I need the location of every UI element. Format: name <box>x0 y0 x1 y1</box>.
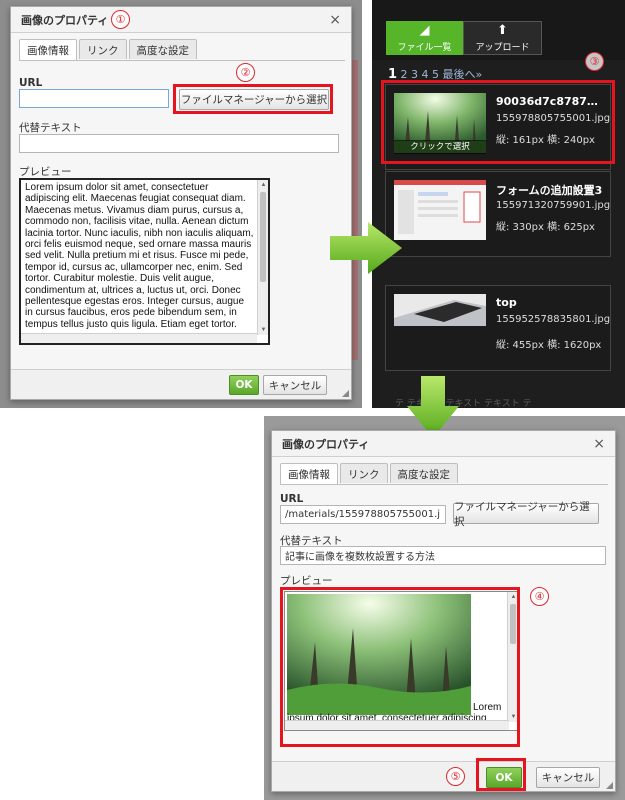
arrow-right-icon <box>330 222 402 274</box>
preview-label: プレビュー <box>280 575 333 587</box>
thumbnail-laptop-image[interactable] <box>394 294 486 326</box>
file-manager-select-button[interactable]: ファイルマネージャーから選択 <box>453 501 599 528</box>
resize-grip-icon[interactable] <box>342 390 349 397</box>
arrow-down-icon <box>407 376 459 438</box>
file-size: 縦: 455px 横: 1620px <box>496 340 602 351</box>
tab-file-list[interactable]: ◢ ファイル一覧 <box>386 21 463 55</box>
step-marker-1: ① <box>111 10 130 29</box>
step-marker-3: ③ <box>585 52 604 71</box>
preview-text: Lorem ipsum dolor sit amet, consectetuer… <box>25 182 254 330</box>
preview-label: プレビュー <box>19 166 72 178</box>
url-input[interactable] <box>280 505 446 524</box>
highlight-ok-button <box>476 758 526 791</box>
tab-image-info[interactable]: 画像情報 <box>19 39 77 60</box>
image-properties-dialog-before: 画像のプロパティ × 画像情報 リンク 高度な設定 URL ファイルマネージャー… <box>10 6 352 400</box>
close-icon[interactable]: × <box>593 437 605 451</box>
dialog-titlebar: 画像のプロパティ × <box>272 431 615 457</box>
dialog-title: 画像のプロパティ <box>21 13 109 27</box>
dialog-title: 画像のプロパティ <box>282 437 370 451</box>
folder-icon: ◢ <box>419 22 430 38</box>
thumbnail-form-screenshot[interactable] <box>394 180 486 240</box>
alt-text-label: 代替テキスト <box>19 122 82 134</box>
url-label: URL <box>19 77 43 89</box>
dialog-tabs: 画像情報 リンク 高度な設定 <box>280 463 458 484</box>
file-item[interactable]: フォームの追加設置3 155971320759901.jpg 縦: 330px … <box>385 171 611 257</box>
ok-button[interactable]: OK <box>229 375 259 395</box>
step-marker-4: ④ <box>530 587 549 606</box>
tab-image-info[interactable]: 画像情報 <box>280 463 338 484</box>
tab-upload[interactable]: ⬆ アップロード <box>463 21 542 55</box>
alt-text-input[interactable] <box>280 546 606 565</box>
preview-vertical-scrollbar[interactable]: ▲ ▼ <box>257 180 268 335</box>
upload-arrow-icon: ⬆ <box>497 22 508 38</box>
url-input[interactable] <box>19 89 169 108</box>
file-size: 縦: 330px 横: 625px <box>496 222 595 233</box>
cancel-button[interactable]: キャンセル <box>536 767 600 788</box>
cancel-button[interactable]: キャンセル <box>263 375 327 395</box>
step-marker-5: ⑤ <box>446 767 465 786</box>
tab-link[interactable]: リンク <box>340 463 388 483</box>
dialog-tabs: 画像情報 リンク 高度な設定 <box>19 39 197 60</box>
file-name: 155952578835801.jpg <box>496 314 611 325</box>
url-label: URL <box>280 493 304 505</box>
tab-advanced[interactable]: 高度な設定 <box>389 463 458 483</box>
preview-area[interactable]: Lorem ipsum dolor sit amet, consectetuer… <box>19 178 270 345</box>
file-item[interactable]: top 155952578835801.jpg 縦: 455px 横: 1620… <box>385 285 611 371</box>
dialog-footer: OK キャンセル <box>272 761 615 791</box>
file-name: 155971320759901.jpg <box>496 200 611 211</box>
tab-advanced[interactable]: 高度な設定 <box>128 39 197 59</box>
dialog-titlebar: 画像のプロパティ × <box>11 7 351 33</box>
alt-text-input[interactable] <box>19 134 339 153</box>
resize-grip-icon[interactable] <box>606 782 613 789</box>
highlight-file-manager-button <box>173 84 333 114</box>
file-title: top <box>496 296 517 309</box>
step-marker-2: ② <box>236 63 255 82</box>
highlight-preview <box>280 587 520 747</box>
highlight-selected-file <box>381 80 615 164</box>
dialog-footer: OK キャンセル <box>11 369 351 399</box>
preview-horizontal-scrollbar[interactable] <box>21 333 257 343</box>
file-title: フォームの追加設置3 <box>496 184 603 197</box>
close-icon[interactable]: × <box>329 13 341 27</box>
tab-link[interactable]: リンク <box>79 39 127 59</box>
